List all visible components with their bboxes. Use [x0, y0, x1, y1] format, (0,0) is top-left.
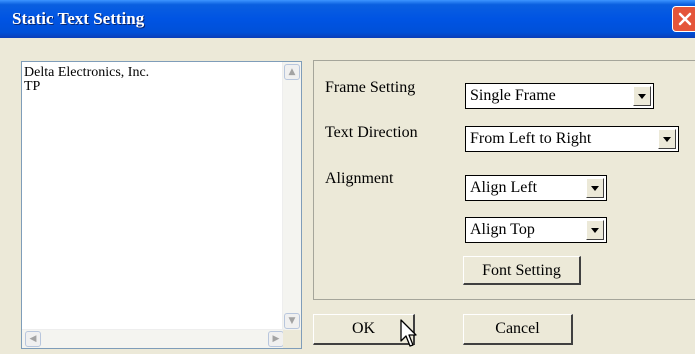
scroll-up-button[interactable]: ▲ [284, 64, 300, 80]
chevron-left-icon: ◀ [29, 334, 37, 344]
scroll-left-button[interactable]: ◀ [25, 331, 41, 347]
chevron-down-icon: ▼ [288, 316, 296, 326]
static-text-setting-dialog: Static Text Setting Delta Electronics, I… [0, 0, 695, 354]
frame-setting-label: Frame Setting [325, 79, 416, 96]
vertical-alignment-select[interactable]: Align Top [465, 217, 607, 243]
window-title: Static Text Setting [12, 9, 145, 28]
close-icon [678, 12, 692, 26]
chevron-down-icon[interactable] [586, 178, 604, 198]
text-direction-label: Text Direction [325, 124, 418, 141]
chevron-right-icon: ▶ [272, 334, 280, 344]
text-direction-value: From Left to Right [470, 130, 592, 147]
vertical-alignment-value: Align Top [470, 221, 535, 238]
title-bar[interactable]: Static Text Setting [0, 0, 695, 38]
frame-setting-value: Single Frame [470, 87, 556, 104]
vertical-scrollbar[interactable]: ▲ ▼ [282, 62, 301, 330]
cancel-button[interactable]: Cancel [463, 314, 573, 345]
frame-setting-select[interactable]: Single Frame [465, 83, 654, 109]
chevron-down-icon[interactable] [586, 220, 604, 240]
alignment-label: Alignment [325, 170, 394, 187]
chevron-down-icon[interactable] [658, 129, 676, 149]
horizontal-alignment-value: Align Left [470, 179, 538, 196]
chevron-up-icon: ▲ [288, 67, 296, 77]
chevron-down-icon[interactable] [633, 86, 651, 106]
horizontal-alignment-select[interactable]: Align Left [465, 175, 607, 201]
horizontal-scrollbar[interactable]: ◀ ▶ [22, 329, 285, 348]
scroll-down-button[interactable]: ▼ [284, 313, 300, 329]
scrollbar-corner [283, 330, 301, 348]
text-direction-select[interactable]: From Left to Right [465, 126, 679, 152]
static-text-content: Delta Electronics, Inc. TP [24, 65, 150, 94]
close-button[interactable] [672, 6, 695, 32]
scroll-right-button[interactable]: ▶ [268, 331, 284, 347]
font-setting-button[interactable]: Font Setting [463, 256, 581, 285]
static-text-input[interactable]: Delta Electronics, Inc. TP ▲ ▼ ◀ ▶ [21, 61, 302, 349]
mouse-pointer-icon [400, 319, 417, 347]
